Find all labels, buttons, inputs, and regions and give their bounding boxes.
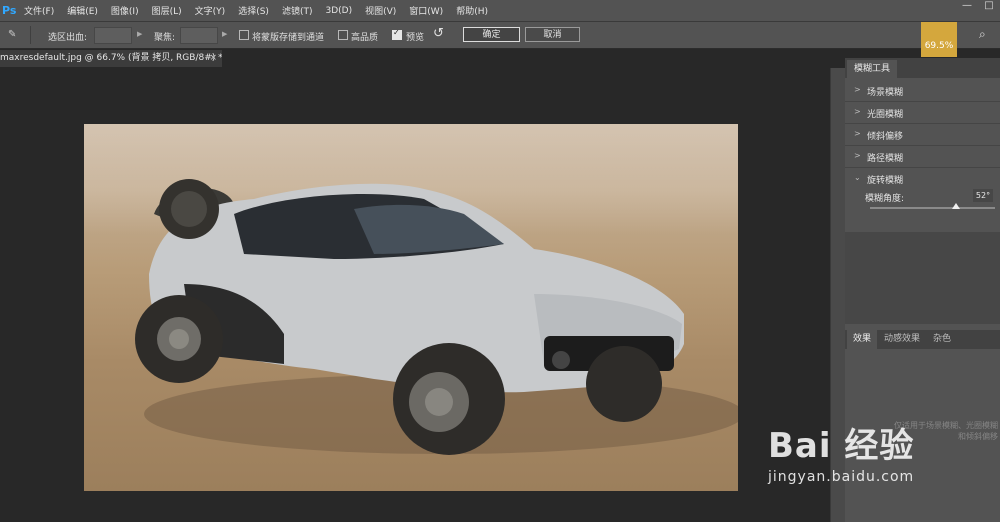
chevron-right-icon[interactable]: ▶ <box>137 30 142 38</box>
chevron-down-icon: ⌄ <box>854 173 861 182</box>
high-quality-label: 高品质 <box>351 33 379 43</box>
menu-window[interactable]: 窗口(W) <box>409 4 443 17</box>
panel-tabbar: 模糊工具 <box>845 58 1000 78</box>
vehicle-illustration <box>135 179 738 455</box>
slider-thumb[interactable] <box>952 203 961 209</box>
cancel-button[interactable]: 取消 <box>525 27 580 42</box>
reset-icon[interactable]: ↺ <box>433 26 444 41</box>
pin-tool-icon[interactable]: ✎ <box>8 29 20 41</box>
chevron-right-icon: > <box>854 129 861 138</box>
chevron-right-icon[interactable]: ▶ <box>222 30 227 38</box>
save-mask-label: 将蒙版存储到通道 <box>252 33 325 43</box>
blur-angle-label: 模糊角度: <box>865 194 905 204</box>
progress-indicator: 69.5% <box>921 22 957 57</box>
menu-filter[interactable]: 滤镜(T) <box>282 4 313 17</box>
selection-bleed-label: 选区出血: <box>48 33 88 43</box>
tab-blur-tools[interactable]: 模糊工具 <box>847 60 898 78</box>
window-controls: — □ <box>956 0 1000 14</box>
blur-angle-input[interactable]: 52° <box>973 189 993 202</box>
menu-bar: Ps 文件(F) 编辑(E) 图像(I) 图层(L) 文字(Y) 选择(S) 滤… <box>0 0 1000 22</box>
focus-label: 聚焦: <box>154 33 176 43</box>
panel-empty-area <box>845 232 1000 324</box>
watermark-url: jingyan.baidu.com <box>768 469 915 485</box>
document-tab[interactable]: maxresdefault.jpg @ 66.7% (背景 拷贝, RGB/8#… <box>0 50 222 67</box>
blur-item-field[interactable]: > 场景模糊 <box>845 80 1000 102</box>
preview-checkbox[interactable] <box>392 28 402 40</box>
blur-item-iris[interactable]: > 光圈模糊 <box>845 102 1000 124</box>
close-icon[interactable]: × <box>209 50 217 67</box>
watermark-logo: Bai 经验 <box>768 426 915 466</box>
blur-item-label: 旋转模糊 <box>867 176 904 186</box>
ok-button[interactable]: 确定 <box>463 27 520 42</box>
baidu-watermark: Bai 经验 jingyan.baidu.com <box>768 418 914 485</box>
document-title: maxresdefault.jpg @ 66.7% (背景 拷贝, RGB/8#… <box>0 53 222 63</box>
blur-item-label: 场景模糊 <box>867 88 904 98</box>
tab-motion-effects[interactable]: 动感效果 <box>878 330 926 349</box>
tab-noise[interactable]: 杂色 <box>927 330 957 349</box>
divider <box>30 26 31 44</box>
chevron-right-icon: > <box>854 85 861 94</box>
search-icon[interactable]: ⌕ <box>979 27 986 42</box>
blur-item-label: 路径模糊 <box>867 154 904 164</box>
menu-edit[interactable]: 编辑(E) <box>67 4 98 17</box>
menu-type[interactable]: 文字(Y) <box>195 4 226 17</box>
blur-item-label: 光圈模糊 <box>867 110 904 120</box>
menu-select[interactable]: 选择(S) <box>238 4 269 17</box>
menu-file[interactable]: 文件(F) <box>24 4 54 17</box>
tab-effects[interactable]: 效果 <box>847 330 878 349</box>
blur-item-tilt-shift[interactable]: > 倾斜偏移 <box>845 124 1000 146</box>
effects-tabbar: 效果 动感效果 杂色 <box>845 330 1000 349</box>
blur-item-path[interactable]: > 路径模糊 <box>845 146 1000 168</box>
maximize-button[interactable]: □ <box>978 0 1000 14</box>
menu-image[interactable]: 图像(I) <box>111 4 139 17</box>
selection-bleed-input[interactable] <box>94 27 132 44</box>
minimize-button[interactable]: — <box>956 0 978 14</box>
menu-view[interactable]: 视图(V) <box>365 4 396 17</box>
photoshop-logo: Ps <box>2 4 17 17</box>
blur-angle-slider[interactable] <box>870 207 995 209</box>
save-mask-checkbox[interactable] <box>239 30 249 40</box>
chevron-right-icon: > <box>854 107 861 116</box>
options-bar: ✎ 选区出血: ▶ 聚焦: ▶ 将蒙版存储到通道 高品质 预览 ↺ 确定 取消 <box>0 22 1000 49</box>
photo-canvas[interactable] <box>84 124 738 491</box>
focus-input[interactable] <box>180 27 218 44</box>
menu-help[interactable]: 帮助(H) <box>456 4 488 17</box>
blur-item-spin[interactable]: ⌄ 旋转模糊 <box>845 168 1000 189</box>
blur-item-label: 倾斜偏移 <box>867 132 904 142</box>
menu-layer[interactable]: 图层(L) <box>152 4 182 17</box>
chevron-right-icon: > <box>854 151 861 160</box>
high-quality-checkbox[interactable] <box>338 30 348 40</box>
menu-3d[interactable]: 3D(D) <box>325 6 352 16</box>
preview-label: 预览 <box>406 33 425 43</box>
